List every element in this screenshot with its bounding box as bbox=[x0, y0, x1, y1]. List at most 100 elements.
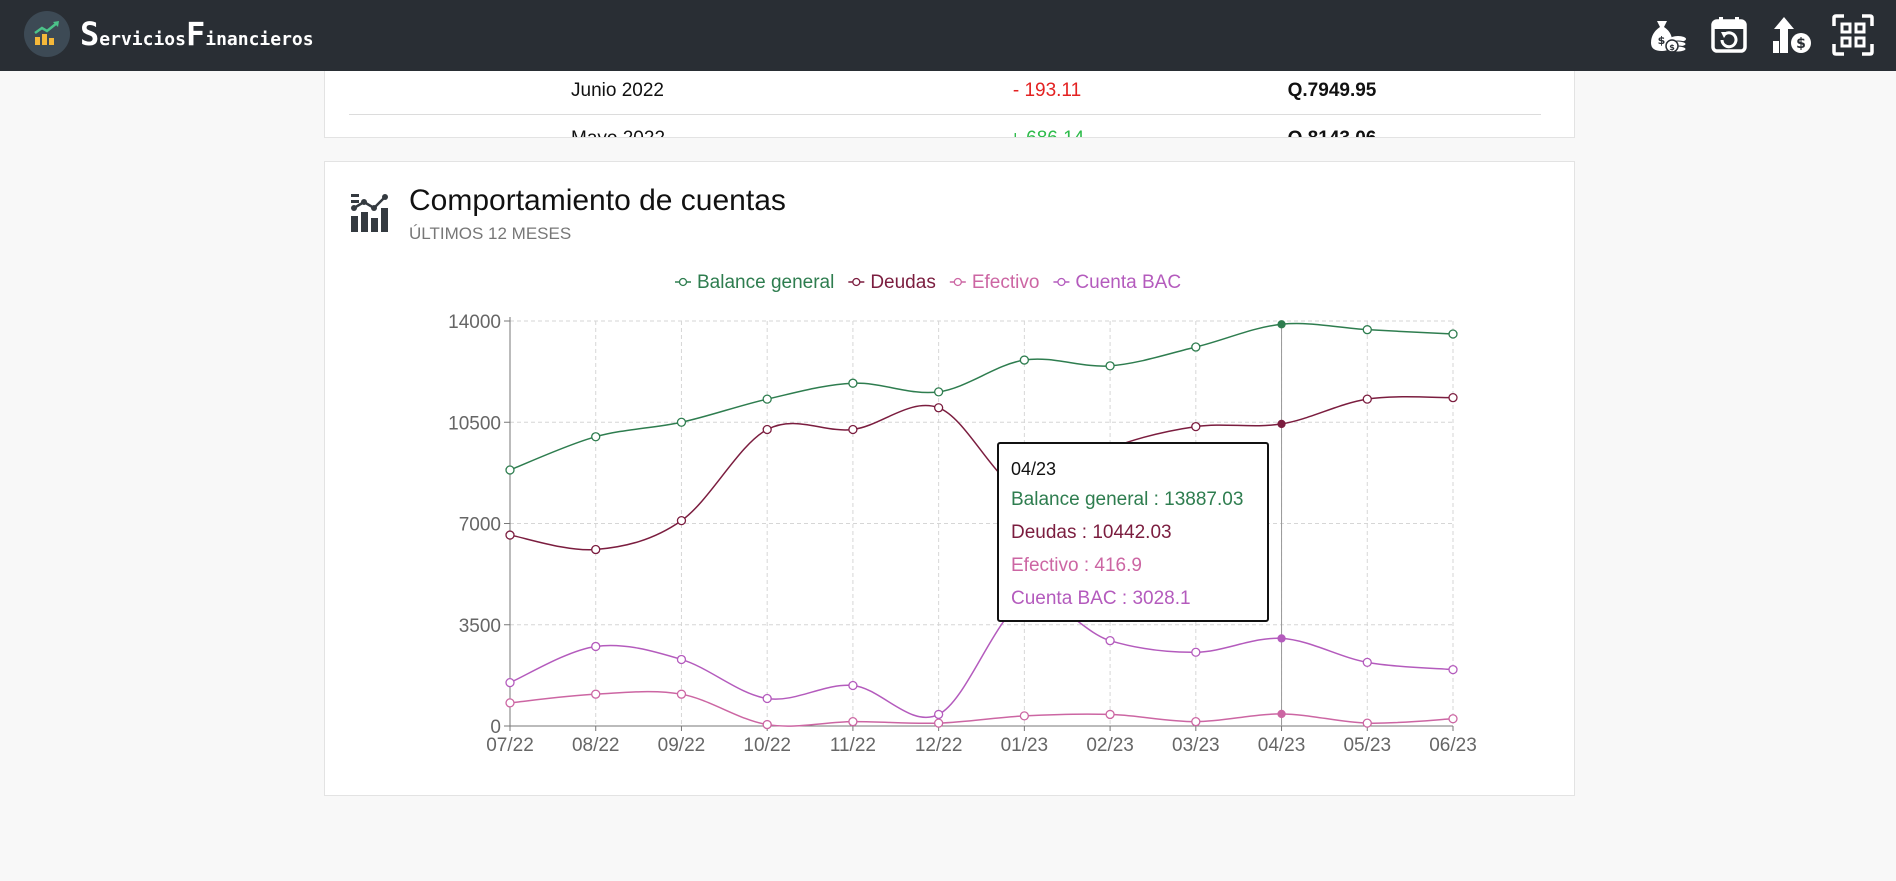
x-tick-label: 06/23 bbox=[1429, 735, 1477, 756]
calendar-refresh-icon[interactable] bbox=[1706, 12, 1752, 58]
row-change: - 193.11 bbox=[1012, 80, 1082, 101]
data-point-deudas bbox=[1191, 421, 1201, 432]
svg-text:$: $ bbox=[1669, 43, 1675, 52]
data-point-balance-general bbox=[1448, 329, 1458, 339]
line-chart[interactable]: 035007000105001400007/22 08/22 09/22 10/22 1… bbox=[325, 162, 1574, 795]
data-point-cuenta-bac bbox=[933, 709, 944, 720]
data-point-balance-general bbox=[933, 387, 944, 397]
row-change: + 686.14 bbox=[997, 128, 1097, 137]
data-point-cuenta-bac bbox=[676, 654, 687, 665]
brand-text: ervicios bbox=[99, 29, 186, 50]
y-tick-label: 14000 bbox=[448, 312, 501, 333]
top-navbar: ServiciosFinancieros $ $ $ bbox=[0, 0, 1896, 71]
data-point-efectivo bbox=[1019, 711, 1030, 721]
series-line-balance-general bbox=[509, 322, 1454, 471]
x-tick-label: 02/23 bbox=[1086, 735, 1134, 756]
chart-tooltip: 04/23 Balance general : 13887.03 Deudas … bbox=[997, 442, 1269, 622]
x-tick-label: 05/23 bbox=[1343, 735, 1391, 756]
y-tick-label: 10500 bbox=[448, 413, 501, 434]
data-point-balance-general bbox=[505, 465, 515, 475]
row-month: Junio 2022 bbox=[571, 80, 664, 101]
brand-logo-icon[interactable] bbox=[24, 11, 70, 57]
data-point-deudas bbox=[591, 544, 601, 555]
data-point-balance-general bbox=[1191, 342, 1201, 352]
money-bag-icon[interactable]: $ $ bbox=[1644, 12, 1690, 58]
data-point-deudas bbox=[676, 515, 687, 526]
scan-qr-icon[interactable] bbox=[1830, 12, 1876, 58]
data-point-deudas bbox=[1277, 419, 1286, 429]
series-line-deudas bbox=[509, 396, 1454, 551]
legend-item: Efectivo bbox=[972, 272, 1040, 293]
investment-growth-icon[interactable]: $ bbox=[1768, 12, 1814, 58]
table-row[interactable]: Mayo 2022 + 686.14 Q.8143.06 bbox=[349, 109, 1541, 137]
row-balance: Q.7949.95 bbox=[1287, 80, 1377, 101]
data-point-balance-general bbox=[1105, 361, 1115, 371]
data-point-efectivo bbox=[1277, 709, 1286, 719]
data-point-deudas bbox=[933, 403, 944, 413]
tooltip-line-deudas: Deudas : 10442.03 bbox=[1011, 522, 1172, 543]
series-line-cuenta-bac bbox=[509, 598, 1454, 718]
data-point-efectivo bbox=[1191, 717, 1201, 727]
data-point-efectivo bbox=[1448, 714, 1458, 724]
brand-text: inancieros bbox=[205, 29, 314, 50]
x-tick-label: 10/22 bbox=[743, 735, 791, 756]
data-point-efectivo bbox=[505, 698, 515, 708]
data-point-cuenta-bac bbox=[1362, 657, 1372, 668]
data-point-efectivo bbox=[848, 717, 858, 727]
data-point-balance-general bbox=[591, 432, 601, 442]
x-tick-label: 04/23 bbox=[1258, 735, 1306, 756]
data-point-cuenta-bac bbox=[1448, 664, 1458, 675]
legend-item: Balance general bbox=[697, 272, 834, 293]
svg-text:$: $ bbox=[1796, 36, 1806, 52]
data-point-cuenta-bac bbox=[591, 641, 601, 652]
data-point-efectivo bbox=[933, 718, 944, 728]
data-point-balance-general bbox=[1362, 325, 1372, 335]
brand-letter: S bbox=[80, 15, 100, 53]
legend-marker-dot bbox=[1057, 277, 1066, 287]
y-tick-label: 7000 bbox=[459, 515, 501, 536]
legend-marker-dot bbox=[678, 277, 688, 287]
data-point-cuenta-bac bbox=[1191, 647, 1201, 657]
legend-item: Deudas bbox=[870, 272, 936, 293]
data-point-cuenta-bac bbox=[848, 680, 858, 691]
data-point-cuenta-bac bbox=[1105, 636, 1115, 646]
data-point-cuenta-bac bbox=[1277, 634, 1286, 643]
data-point-efectivo bbox=[591, 689, 601, 699]
data-point-deudas bbox=[762, 424, 772, 435]
x-tick-label: 08/22 bbox=[572, 735, 620, 756]
tooltip-title: 04/23 bbox=[1011, 459, 1057, 479]
data-point-deudas bbox=[848, 424, 858, 435]
data-point-efectivo bbox=[676, 689, 687, 699]
data-point-deudas bbox=[1362, 394, 1372, 404]
y-tick-label: 3500 bbox=[459, 616, 501, 637]
legend-marker-dot bbox=[852, 277, 861, 287]
legend-marker-dot bbox=[953, 277, 962, 287]
tooltip-line-balance: Balance general : 13887.03 bbox=[1011, 489, 1244, 510]
monthly-summary-table[interactable]: Junio 2022 - 193.11 Q.7949.95 Mayo 2022 … bbox=[324, 60, 1575, 138]
data-point-cuenta-bac bbox=[505, 677, 515, 688]
x-tick-label: 07/22 bbox=[486, 735, 534, 756]
tooltip-line-efectivo: Efectivo : 416.9 bbox=[1011, 555, 1142, 576]
data-point-deudas bbox=[1448, 393, 1458, 403]
data-point-balance-general bbox=[848, 378, 858, 388]
data-point-efectivo bbox=[1362, 718, 1372, 728]
data-point-efectivo bbox=[1105, 709, 1115, 720]
x-tick-label: 12/22 bbox=[915, 735, 963, 756]
data-point-efectivo bbox=[762, 719, 772, 730]
data-point-deudas bbox=[505, 530, 515, 540]
tooltip-line-bac: Cuenta BAC : 3028.1 bbox=[1011, 588, 1191, 609]
row-balance: Q.8143.06 bbox=[1277, 128, 1387, 137]
svg-text:$: $ bbox=[1658, 34, 1666, 47]
legend-item: Cuenta BAC bbox=[1075, 272, 1181, 293]
series-line-efectivo bbox=[509, 690, 1454, 727]
x-tick-label: 03/23 bbox=[1172, 735, 1220, 756]
brand-letter: F bbox=[185, 15, 206, 53]
row-month: Mayo 2022 bbox=[571, 128, 665, 137]
data-point-balance-general bbox=[1277, 320, 1286, 329]
brand-name[interactable]: ServiciosFinancieros bbox=[80, 15, 314, 59]
x-tick-label: 09/22 bbox=[658, 735, 706, 756]
data-point-balance-general bbox=[762, 394, 772, 404]
data-point-cuenta-bac bbox=[762, 693, 772, 704]
x-tick-label: 01/23 bbox=[1001, 735, 1049, 756]
x-tick-label: 11/22 bbox=[830, 735, 876, 756]
